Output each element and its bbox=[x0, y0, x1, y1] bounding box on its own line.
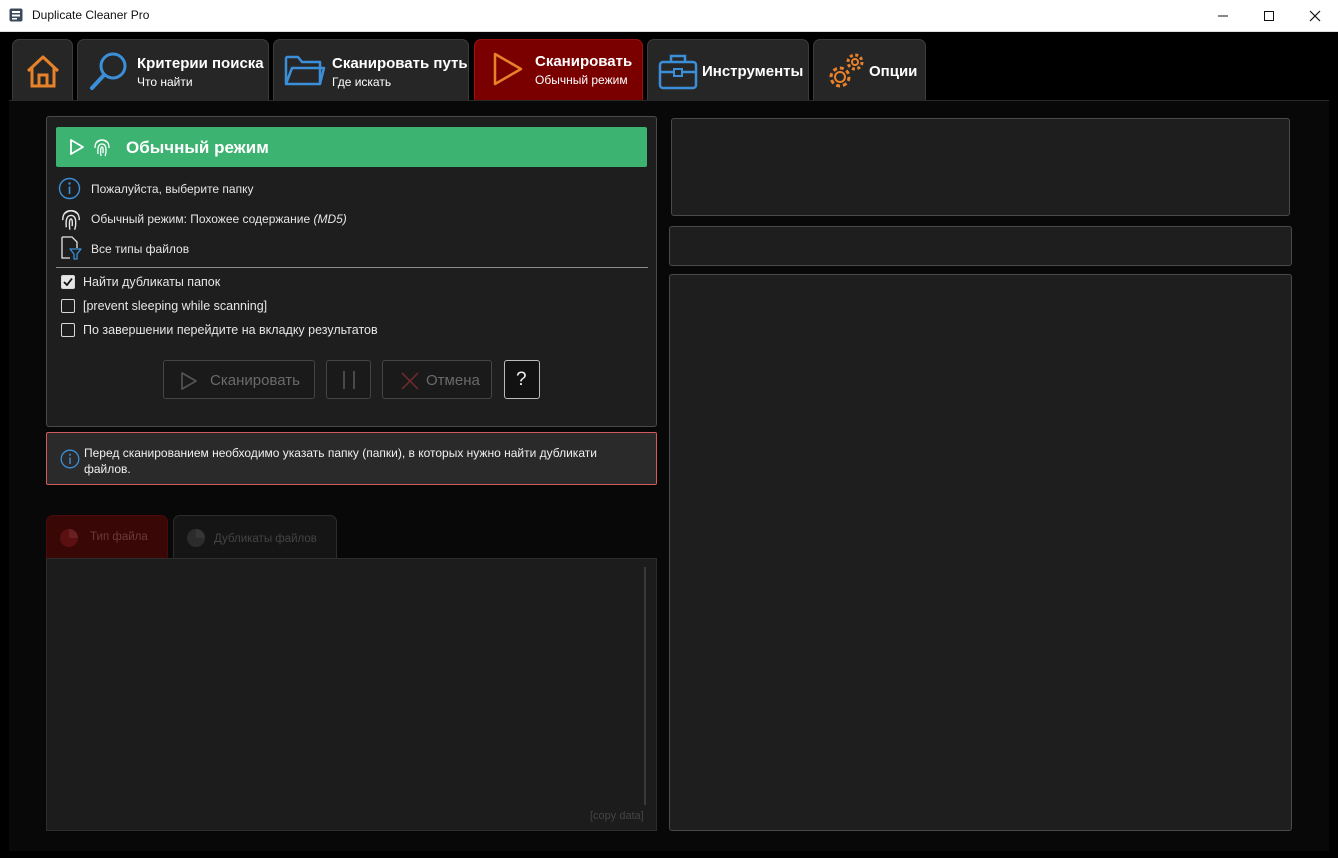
search-icon bbox=[90, 52, 127, 90]
tab-search-criteria-subtitle: Что найти bbox=[137, 75, 193, 89]
tab-scan-path[interactable]: Сканировать путь Где искать bbox=[273, 39, 469, 100]
tab-options-title: Опции bbox=[869, 63, 918, 80]
prevent-sleep-label: [prevent sleeping while scanning] bbox=[83, 299, 268, 313]
app-logo-icon bbox=[9, 8, 23, 22]
tab-scan-path-subtitle: Где искать bbox=[332, 75, 392, 89]
gear-icon bbox=[829, 53, 864, 88]
file-filter-icon bbox=[61, 236, 82, 260]
tab-scan[interactable]: Сканировать Обычный режим bbox=[474, 39, 643, 100]
find-folder-duplicates-option[interactable]: Найти дубликаты папок bbox=[61, 275, 461, 291]
tab-tools[interactable]: Инструменты bbox=[647, 39, 809, 100]
info-mode-text: Обычный режим: Похожее содержание bbox=[91, 212, 311, 226]
maximize-button[interactable] bbox=[1246, 0, 1292, 31]
scan-progress-panel bbox=[671, 118, 1290, 216]
find-folder-duplicates-label: Найти дубликаты папок bbox=[83, 275, 221, 289]
goto-results-option[interactable]: По завершении перейдите на вкладку резул… bbox=[61, 323, 461, 339]
tab-home[interactable] bbox=[12, 39, 73, 100]
warning-text: Перед сканированием необходимо указать п… bbox=[84, 446, 597, 476]
tab-scan-path-title: Сканировать путь bbox=[332, 55, 468, 72]
tab-scan-title: Сканировать bbox=[535, 53, 633, 70]
play-icon bbox=[70, 139, 84, 155]
goto-results-label: По завершении перейдите на вкладку резул… bbox=[83, 323, 378, 337]
tab-search-criteria-title: Критерии поиска bbox=[137, 55, 264, 72]
tab-file-type-stats[interactable]: Тип файла bbox=[46, 515, 168, 559]
maximize-icon bbox=[1264, 10, 1274, 21]
help-label: ? bbox=[516, 369, 527, 390]
play-icon bbox=[181, 372, 197, 390]
pause-icon bbox=[343, 371, 355, 389]
minimize-icon bbox=[1218, 15, 1228, 16]
tab-search-criteria[interactable]: Критерии поиска Что найти bbox=[77, 39, 269, 100]
title-bar: Duplicate Cleaner Pro bbox=[0, 0, 1338, 32]
info-folder-text: Пожалуйста, выберите папку bbox=[91, 182, 254, 196]
info-mode-hash: (MD5) bbox=[313, 212, 347, 226]
help-button[interactable]: ? bbox=[504, 360, 540, 399]
divider bbox=[56, 267, 648, 268]
checkmark-icon bbox=[63, 277, 73, 287]
play-icon bbox=[493, 52, 523, 86]
info-file-types-row: Все типы файлов bbox=[58, 236, 458, 260]
tab-options[interactable]: Опции bbox=[813, 39, 926, 100]
goto-results-checkbox[interactable] bbox=[61, 323, 75, 337]
info-folder-row: Пожалуйста, выберите папку bbox=[58, 177, 458, 200]
pie-chart-icon bbox=[187, 529, 205, 547]
scan-log-panel bbox=[669, 274, 1292, 831]
pie-chart-icon bbox=[60, 529, 78, 547]
cancel-scan-label: Отмена bbox=[426, 372, 480, 389]
minimize-button[interactable] bbox=[1200, 0, 1246, 31]
window-title: Duplicate Cleaner Pro bbox=[32, 8, 150, 22]
warning-message: Перед сканированием необходимо указать п… bbox=[46, 432, 657, 485]
info-icon bbox=[58, 177, 81, 200]
prevent-sleep-option[interactable]: [prevent sleeping while scanning] bbox=[61, 299, 461, 315]
tab-file-type-label: Тип файла bbox=[90, 531, 148, 543]
close-icon bbox=[1309, 10, 1321, 21]
toolbox-icon bbox=[658, 54, 698, 90]
prevent-sleep-checkbox[interactable] bbox=[61, 299, 75, 313]
tab-tools-title: Инструменты bbox=[702, 63, 804, 80]
tab-file-duplicates-label: Дубликаты файлов bbox=[214, 533, 317, 545]
stats-list-area: [copy data] bbox=[46, 558, 657, 831]
home-icon bbox=[26, 55, 60, 88]
folder-icon bbox=[284, 55, 326, 86]
scan-mode-header[interactable]: Обычный режим bbox=[56, 127, 647, 167]
start-scan-label: Сканировать bbox=[210, 372, 300, 389]
scrollbar[interactable] bbox=[644, 567, 646, 805]
pause-scan-button[interactable] bbox=[326, 360, 371, 399]
info-mode-row: Обычный режим: Похожее содержание (MD5) bbox=[58, 206, 458, 232]
tab-scan-subtitle: Обычный режим bbox=[535, 73, 628, 87]
fingerprint-icon bbox=[62, 210, 80, 230]
scan-mode-title: Обычный режим bbox=[126, 138, 269, 157]
close-icon bbox=[401, 372, 419, 390]
find-folder-duplicates-checkbox[interactable] bbox=[61, 275, 75, 289]
info-file-types-text: Все типы файлов bbox=[91, 242, 190, 256]
close-window-button[interactable] bbox=[1292, 0, 1338, 31]
fingerprint-icon bbox=[94, 139, 110, 157]
cancel-scan-button[interactable]: Отмена bbox=[382, 360, 492, 399]
scan-status-bar bbox=[669, 226, 1292, 266]
copy-data-link[interactable]: [copy data] bbox=[590, 810, 644, 822]
tab-file-duplicates-stats[interactable]: Дубликаты файлов bbox=[173, 515, 337, 559]
info-icon bbox=[60, 449, 80, 469]
start-scan-button[interactable]: Сканировать bbox=[163, 360, 315, 399]
